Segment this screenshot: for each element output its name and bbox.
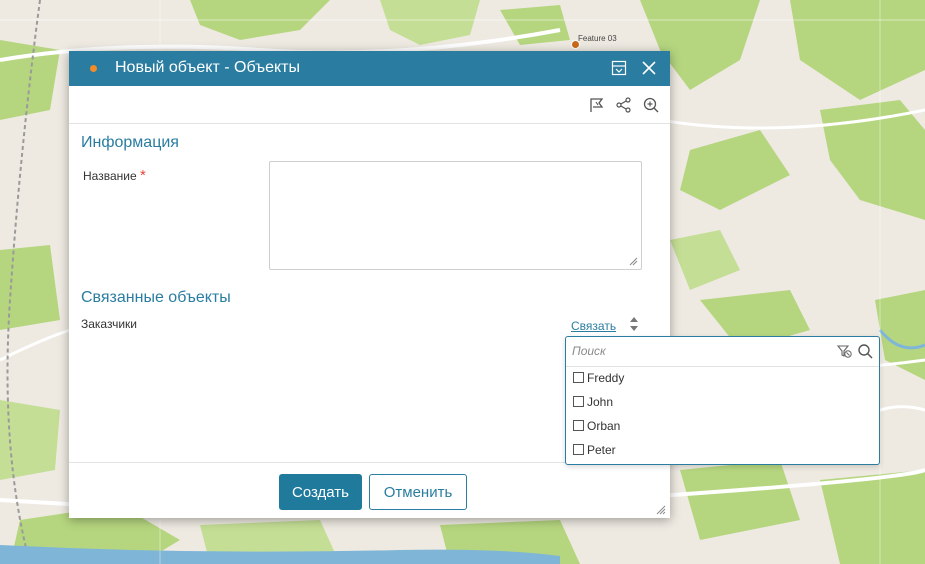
option-checkbox[interactable] — [573, 372, 584, 383]
info-section-title: Информация — [81, 134, 179, 151]
option-item[interactable]: John — [566, 391, 879, 415]
share-icon[interactable] — [614, 95, 634, 115]
option-checkbox[interactable] — [573, 444, 584, 455]
cancel-button[interactable]: Отменить — [369, 474, 467, 510]
layout-icon[interactable] — [609, 58, 629, 78]
option-checkbox[interactable] — [573, 396, 584, 407]
resize-grip-icon[interactable] — [629, 257, 638, 266]
feature-label[interactable]: Feature 03 — [578, 34, 617, 43]
customers-field-label: Заказчики — [81, 317, 137, 331]
close-icon[interactable] — [639, 58, 659, 78]
option-item[interactable]: Freddy — [566, 367, 879, 391]
option-item[interactable]: Peter — [566, 439, 879, 463]
map-flag-icon[interactable] — [587, 95, 607, 115]
name-field-label: Название * — [83, 167, 146, 184]
dropdown-search-bar — [566, 337, 879, 367]
create-button[interactable]: Создать — [279, 474, 362, 510]
option-checkbox[interactable] — [573, 420, 584, 431]
dialog-titlebar[interactable]: Новый объект - Объекты — [69, 51, 670, 86]
clear-filter-icon[interactable] — [836, 343, 852, 359]
dialog-title: Новый объект - Объекты — [115, 59, 300, 76]
name-textarea[interactable] — [269, 161, 642, 270]
option-label: Orban — [587, 419, 621, 433]
search-input[interactable] — [572, 342, 822, 360]
chevron-up-down-icon — [630, 317, 638, 331]
link-button[interactable]: Связать — [571, 319, 616, 333]
title-status-dot — [90, 65, 97, 72]
dialog-resize-grip-icon[interactable] — [656, 505, 666, 515]
search-icon[interactable] — [857, 343, 873, 359]
name-label-text: Название — [83, 169, 137, 183]
customers-dropdown: Freddy John Orban Peter — [565, 336, 880, 465]
option-item[interactable]: Orban — [566, 415, 879, 439]
sort-spinner[interactable] — [628, 313, 640, 335]
option-label: John — [587, 395, 614, 409]
related-section-title: Связанные объекты — [81, 289, 231, 306]
option-label: Peter — [587, 443, 616, 457]
dialog-footer: Создать Отменить — [69, 462, 670, 519]
required-marker: * — [139, 167, 146, 184]
zoom-in-icon[interactable] — [641, 95, 661, 115]
option-label: Freddy — [587, 371, 625, 385]
dialog-toolbar — [69, 86, 670, 124]
